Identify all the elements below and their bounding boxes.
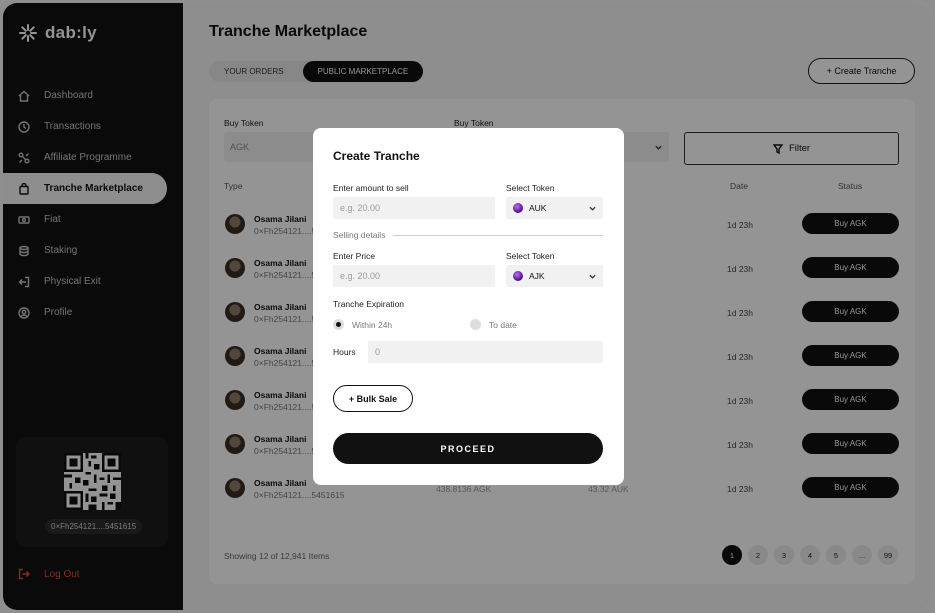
selling-details-divider: Selling details	[333, 230, 603, 240]
sell-token-value: AUK	[529, 203, 547, 213]
hours-label: Hours	[333, 347, 356, 357]
radio-label: To date	[489, 319, 517, 330]
chevron-down-icon	[589, 204, 596, 211]
price-input[interactable]: e.g. 20.00	[333, 265, 495, 287]
price-token-select[interactable]: AJK	[506, 265, 603, 287]
amount-input[interactable]: e.g. 20.00	[333, 197, 495, 219]
token-icon	[513, 203, 523, 213]
price-token-value: AJK	[529, 271, 545, 281]
radio-label: Within 24h	[352, 319, 393, 330]
proceed-button[interactable]: PROCEED	[333, 433, 603, 464]
chevron-down-icon	[589, 272, 596, 279]
radio-unselected-icon	[470, 319, 481, 330]
modal-title: Create Tranche	[333, 149, 420, 163]
radio-to-date[interactable]: To date	[470, 319, 517, 330]
selling-details-label: Selling details	[333, 230, 386, 240]
sell-token-select[interactable]: AUK	[506, 197, 603, 219]
bulk-sale-button[interactable]: + Bulk Sale	[333, 385, 413, 412]
expiration-label: Tranche Expiration	[333, 299, 405, 309]
divider-line	[393, 234, 603, 236]
radio-selected-icon	[333, 319, 344, 330]
select-token-label: Select Token	[506, 183, 555, 193]
price-label: Enter Price	[333, 251, 376, 261]
hours-input[interactable]: 0	[368, 341, 603, 363]
create-tranche-modal: Create Tranche Enter amount to sell e.g.…	[313, 128, 624, 485]
amount-label: Enter amount to sell	[333, 183, 409, 193]
select-token-label-2: Select Token	[506, 251, 555, 261]
radio-within-24h[interactable]: Within 24h	[333, 319, 392, 330]
token-icon	[513, 271, 523, 281]
